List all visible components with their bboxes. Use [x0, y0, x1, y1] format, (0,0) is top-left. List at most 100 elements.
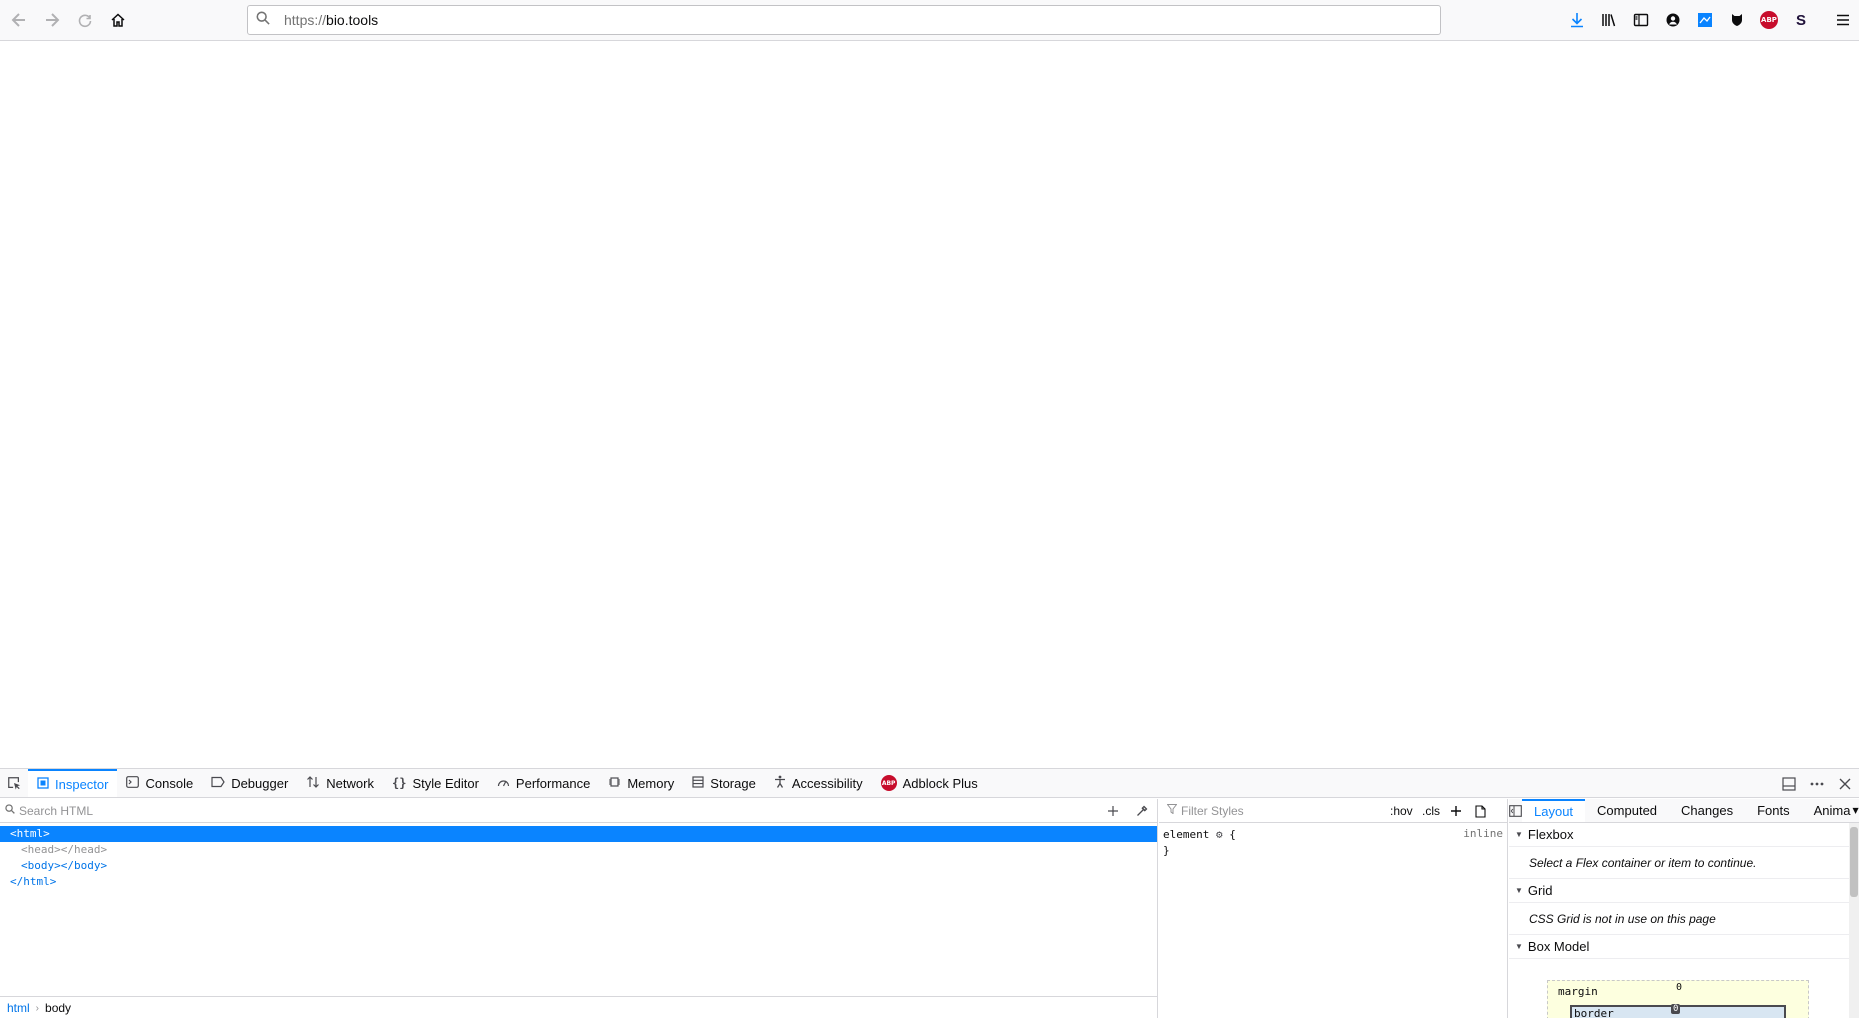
adblock-plus-button[interactable]: ABP	[1753, 4, 1785, 36]
border-label: border	[1574, 1007, 1614, 1018]
adblock-plus-icon: ABP	[880, 775, 897, 791]
tab-changes[interactable]: Changes	[1669, 799, 1745, 822]
screenshot-icon	[1698, 13, 1712, 27]
tab-layout[interactable]: Layout	[1522, 799, 1586, 822]
element-rule: element ⚙ { } inline	[1159, 823, 1507, 859]
add-rule-button[interactable]	[1450, 802, 1462, 820]
tag-head: <head></head>	[21, 843, 108, 856]
plus-icon	[1451, 806, 1461, 816]
cls-toggle-button[interactable]: .cls	[1422, 802, 1440, 820]
tab-adblock-plus[interactable]: ABP Adblock Plus	[872, 769, 987, 797]
rule-source[interactable]: inline	[1463, 827, 1503, 840]
devtools-options-button[interactable]	[1803, 768, 1831, 800]
flexbox-section-header[interactable]: ▼ Flexbox	[1509, 823, 1859, 847]
tab-performance[interactable]: Performance	[488, 769, 599, 797]
breadcrumb-item-body[interactable]: body	[45, 1001, 71, 1015]
flexbox-message: Select a Flex container or item to conti…	[1509, 847, 1859, 879]
grid-message: CSS Grid is not in use on this page	[1509, 903, 1859, 935]
tab-inspector-label: Inspector	[55, 776, 109, 792]
rules-toolbar: :hov .cls	[1159, 799, 1507, 823]
storage-icon	[692, 775, 704, 791]
tab-console[interactable]: Console	[117, 769, 202, 797]
document-icon	[1475, 804, 1486, 818]
back-button[interactable]	[3, 4, 35, 36]
reload-icon	[78, 14, 92, 28]
grid-title: Grid	[1527, 883, 1553, 898]
devtools-panel: Inspector Console Debugger Network {} St…	[0, 768, 1859, 1018]
box-model-diagram: margin 0 border 0	[1509, 959, 1859, 1018]
tab-debugger[interactable]: Debugger	[202, 769, 297, 797]
tab-accessibility-label: Accessibility	[791, 775, 863, 791]
download-icon	[1571, 13, 1583, 28]
sidebar-scrollbar[interactable]	[1849, 823, 1859, 1018]
flexbox-title: Flexbox	[1527, 827, 1574, 842]
home-button[interactable]	[102, 4, 134, 36]
close-icon	[1839, 778, 1851, 789]
url-scheme: https://	[284, 12, 327, 28]
reload-button[interactable]	[69, 4, 101, 36]
account-button[interactable]	[1657, 4, 1689, 36]
app-menu-button[interactable]	[1827, 4, 1859, 36]
hov-toggle-button[interactable]: :hov	[1390, 802, 1413, 820]
tab-inspector[interactable]: Inspector	[28, 769, 118, 797]
gear-icon[interactable]: ⚙	[1216, 828, 1223, 841]
markup-panel: <html> <head></head> <body></body> </htm…	[0, 799, 1158, 1018]
tab-fonts[interactable]: Fonts	[1745, 799, 1802, 822]
forward-button[interactable]	[36, 4, 68, 36]
search-html-input[interactable]	[19, 803, 919, 818]
margin-top-value[interactable]: 0	[1676, 982, 1682, 993]
tab-console-label: Console	[145, 775, 194, 791]
element-picker-button[interactable]	[0, 769, 28, 797]
add-node-button[interactable]	[1102, 801, 1124, 821]
arrow-right-icon	[46, 13, 60, 27]
library-button[interactable]	[1593, 4, 1625, 36]
breadcrumb: html › body	[0, 996, 1158, 1018]
tab-accessibility[interactable]: Accessibility	[765, 769, 872, 797]
tab-memory[interactable]: Memory	[599, 769, 683, 797]
downloads-button[interactable]	[1561, 4, 1593, 36]
tab-style-editor[interactable]: {} Style Editor	[383, 769, 488, 797]
grid-section-header[interactable]: ▼ Grid	[1509, 879, 1859, 903]
filter-icon	[1166, 804, 1178, 817]
toggle-pane-icon	[1509, 804, 1522, 817]
tag-html-open: <html>	[10, 827, 50, 840]
chevron-down-icon[interactable]: ▼	[1852, 799, 1859, 822]
s-extension-icon: S	[1795, 11, 1806, 29]
tab-computed[interactable]: Computed	[1585, 799, 1669, 822]
border-top-value[interactable]: 0	[1671, 1004, 1681, 1014]
page-content[interactable]	[0, 41, 1859, 768]
tab-storage-label: Storage	[710, 775, 756, 791]
tab-storage[interactable]: Storage	[683, 769, 765, 797]
arrow-left-icon	[11, 13, 25, 27]
sidebar-button[interactable]	[1625, 4, 1657, 36]
eyedropper-button[interactable]	[1131, 801, 1153, 821]
tab-adblock-plus-label: Adblock Plus	[902, 775, 978, 791]
node-head[interactable]: <head></head>	[0, 842, 1157, 858]
rule-close-brace: }	[1163, 844, 1170, 857]
tab-debugger-label: Debugger	[231, 775, 289, 791]
screenshot-extension-button[interactable]	[1689, 4, 1721, 36]
url-bar[interactable]: https://bio.tools	[247, 5, 1441, 35]
toggle-pane-button[interactable]	[1509, 799, 1522, 822]
tab-animations[interactable]: Anima	[1802, 799, 1853, 822]
print-simulation-button[interactable]	[1475, 802, 1486, 820]
privacy-extension-button[interactable]	[1721, 4, 1753, 36]
node-body[interactable]: <body></body>	[0, 858, 1157, 874]
memory-icon	[608, 776, 621, 791]
node-html-close[interactable]: </html>	[0, 874, 1157, 890]
dock-toggle-button[interactable]	[1775, 768, 1803, 800]
layout-sidebar: Layout Computed Changes Fonts Anima ▼ ▼ …	[1509, 799, 1859, 1018]
rule-open-brace: {	[1229, 828, 1236, 841]
tab-memory-label: Memory	[627, 775, 675, 791]
rule-selector-line: element ⚙ {	[1163, 827, 1503, 843]
boxmodel-section-header[interactable]: ▼ Box Model	[1509, 935, 1859, 959]
s-extension-button[interactable]: S	[1785, 4, 1817, 36]
breadcrumb-item-html[interactable]: html	[7, 1001, 30, 1015]
browser-toolbar: https://bio.tools ABP S	[0, 0, 1859, 41]
tab-network[interactable]: Network	[297, 769, 383, 797]
scrollbar-thumb[interactable]	[1850, 827, 1858, 897]
filter-styles-input[interactable]	[1181, 803, 1381, 818]
box-model-margin: margin 0 border 0	[1547, 980, 1809, 1018]
node-html[interactable]: <html>	[0, 826, 1157, 842]
devtools-close-button[interactable]	[1831, 768, 1859, 800]
